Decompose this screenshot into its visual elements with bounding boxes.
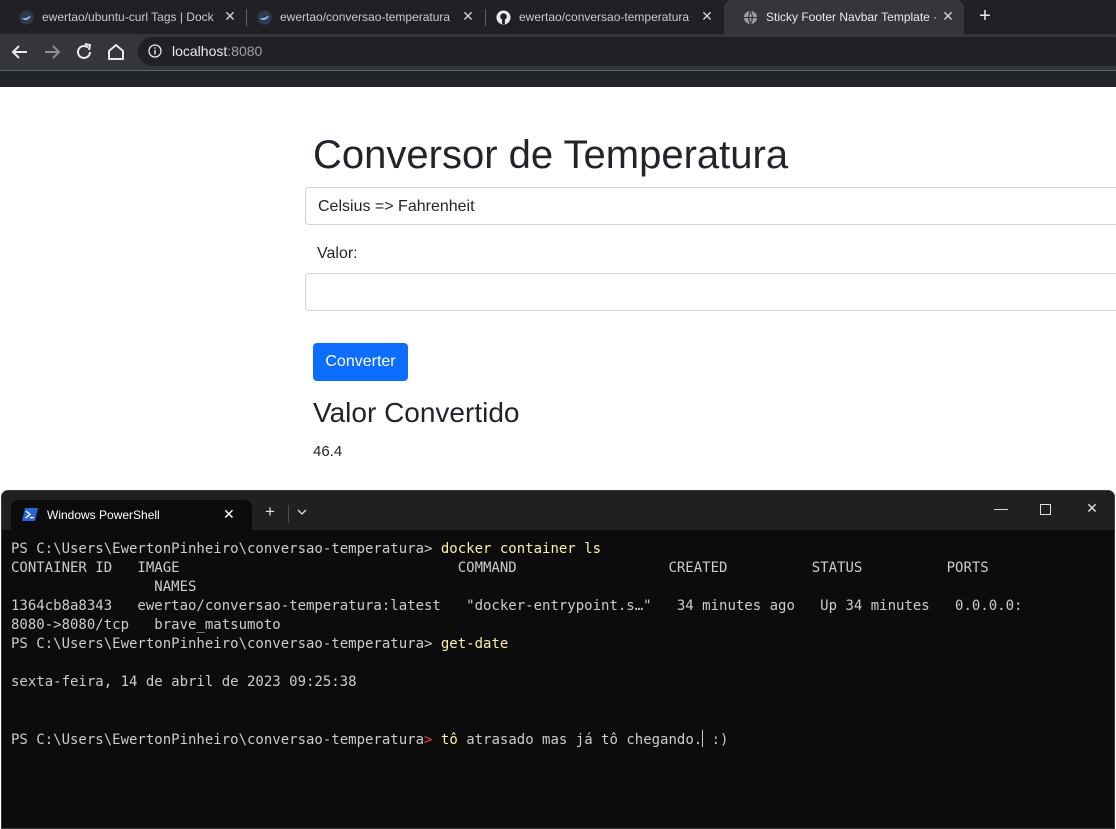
close-tab-icon[interactable]: ✕ [699,8,715,24]
terminal-line: 8080->8080/tcp brave_matsumoto [11,617,281,633]
docker-icon [257,10,272,25]
terminal-titlebar: Windows PowerShell ✕ + — ✕ [2,491,1114,530]
conversion-select[interactable]: Celsius => Fahrenheit [305,187,1116,225]
browser-tab-title: ewertao/conversao-temperatura [280,10,451,24]
divider [288,505,289,523]
terminal-prompt-arrow: > [424,732,433,748]
terminal-line: CONTAINER ID IMAGE COMMAND CREATED STATU… [11,560,989,576]
page-navbar [0,70,1116,87]
page-title: Conversor de Temperatura [313,133,789,177]
browser-tab-3[interactable]: ewertao/conversao-temperatura ✕ [477,0,724,34]
toolbar-divider [0,70,1116,71]
browser-tab-title: ewertao/conversao-temperatura [519,10,690,24]
terminal-prompt: PS C:\Users\EwertonPinheiro\conversao-te… [11,541,433,557]
window-close-button[interactable]: ✕ [1085,501,1099,515]
terminal-command: tô [440,732,458,748]
terminal-command: get-date [440,636,509,652]
terminal-line: 1364cb8a8343 ewertao/conversao-temperatu… [11,598,1023,614]
globe-icon [743,10,758,25]
maximize-button[interactable] [1040,504,1051,515]
new-terminal-tab-button[interactable]: + [265,503,275,520]
terminal-input-text: :) [703,732,729,748]
url-port: :8080 [227,43,263,59]
result-value: 46.4 [313,443,343,460]
powershell-icon [22,508,38,521]
browser-tab-4-active[interactable]: Sticky Footer Navbar Template · B ✕ [724,0,964,34]
new-tab-button[interactable]: + [975,6,995,26]
browser-tab-1[interactable]: ewertao/ubuntu-curl Tags | Dock ✕ [0,0,246,34]
terminal-tab[interactable]: Windows PowerShell ✕ [11,500,252,530]
close-tab-icon[interactable]: ✕ [460,8,476,24]
terminal-line: sexta-feira, 14 de abril de 2023 09:25:3… [11,674,357,690]
browser-tab-2[interactable]: ewertao/conversao-temperatura ✕ [238,0,485,34]
browser-tab-title: ewertao/ubuntu-curl Tags | Dock [42,10,214,24]
browser-tab-strip: ewertao/ubuntu-curl Tags | Dock ✕ ewerta… [0,0,1116,34]
address-bar[interactable]: localhost:8080 [138,37,1116,66]
github-icon [496,10,511,25]
terminal-prompt: PS C:\Users\EwertonPinheiro\conversao-te… [11,636,433,652]
url-host: localhost [172,43,228,59]
terminal-prompt: PS C:\Users\EwertonPinheiro\conversao-te… [11,732,425,748]
result-title: Valor Convertido [313,397,520,428]
minimize-button[interactable]: — [994,501,1008,515]
convert-button[interactable]: Converter [313,343,408,381]
browser-toolbar: localhost:8080 [0,34,1116,70]
close-tab-icon[interactable]: ✕ [940,8,956,24]
back-arrow-icon[interactable] [9,41,31,63]
value-label: Valor: [317,245,358,262]
chevron-down-icon[interactable] [296,508,308,516]
value-input[interactable] [305,273,1116,311]
url-text: localhost:8080 [172,43,262,59]
close-tab-icon[interactable]: ✕ [222,8,238,24]
close-icon[interactable]: ✕ [223,506,235,523]
terminal-window: Windows PowerShell ✕ + — ✕ PS C:\Users\E… [1,490,1115,829]
terminal-input-text: atrasado mas já tô chegando. [466,732,703,748]
terminal-line: NAMES [11,579,197,595]
terminal-command: docker container ls [440,541,602,557]
docker-icon [19,10,34,25]
browser-tab-title: Sticky Footer Navbar Template · B [766,10,941,24]
reload-icon[interactable] [73,41,95,63]
terminal-output[interactable]: PS C:\Users\EwertonPinheiro\conversao-te… [11,540,1022,750]
info-icon[interactable] [148,44,162,58]
terminal-tab-title: Windows PowerShell [47,508,160,522]
forward-arrow-icon[interactable] [41,41,63,63]
home-icon[interactable] [105,41,127,63]
